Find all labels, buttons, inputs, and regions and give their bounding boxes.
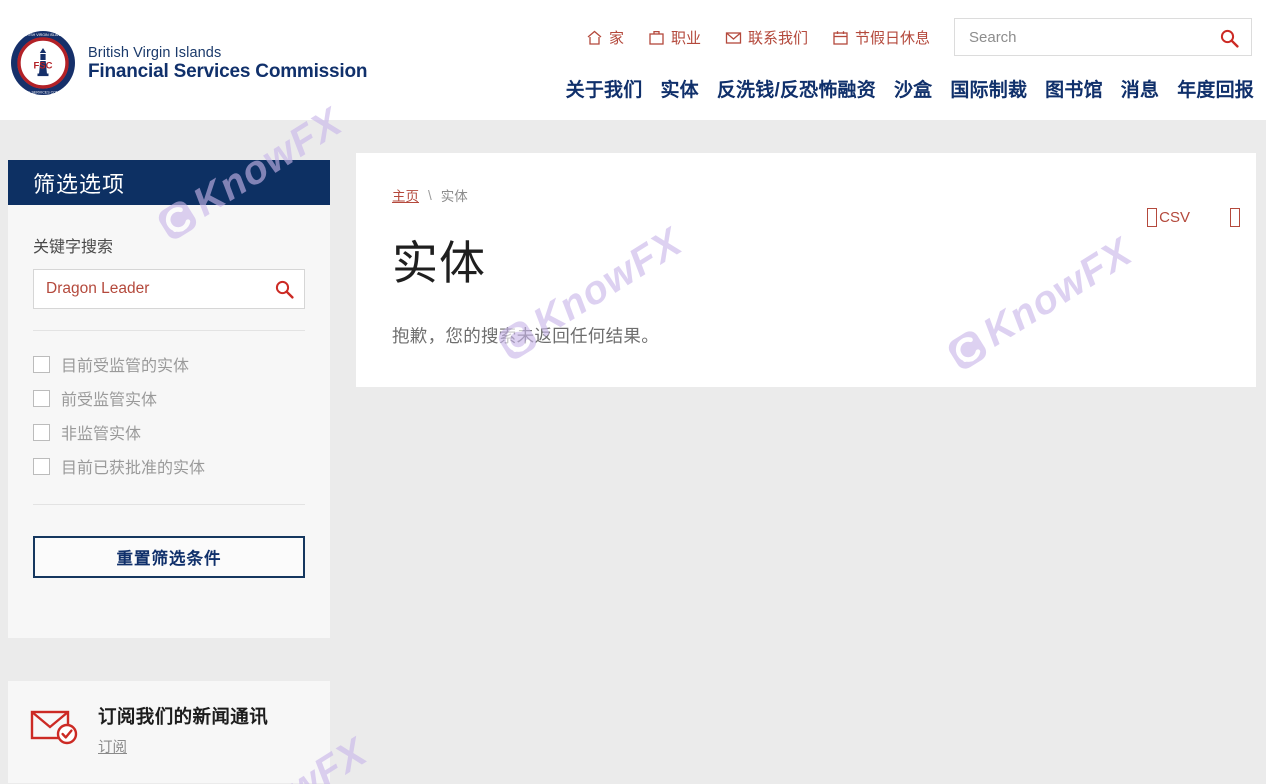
main-nav: 关于我们 实体 反洗钱/反恐怖融资 沙盒 国际制裁 图书馆 消息 年度回报: [566, 75, 1254, 102]
no-results-message: 抱歉，您的搜索未返回任何结果。: [392, 326, 659, 346]
filter-checkbox-label: 前受监管实体: [61, 392, 158, 409]
reset-filters-button[interactable]: 重置筛选条件: [33, 536, 305, 578]
filter-checkbox-label: 非监管实体: [61, 426, 142, 443]
newsletter-text: 订阅我们的新闻通讯 订阅: [98, 703, 268, 757]
nav-item-about[interactable]: 关于我们: [566, 75, 643, 102]
svg-text:BRITISH VIRGIN ISLANDS: BRITISH VIRGIN ISLANDS: [21, 33, 66, 37]
breadcrumb-current: 实体: [440, 189, 468, 204]
page-body: 筛选选项 关键字搜索 Dragon Leader 目前受监管的实体 前受监管实体…: [0, 120, 1266, 784]
svg-text:FINANCIAL SERVICES COMMISSION: FINANCIAL SERVICES COMMISSION: [12, 90, 75, 94]
newsletter-card: 订阅我们的新闻通讯 订阅: [8, 681, 330, 783]
filter-checkbox-currently-regulated[interactable]: 目前受监管的实体: [33, 347, 305, 381]
checkbox-box[interactable]: [33, 457, 50, 475]
export-print-button[interactable]: [1230, 208, 1242, 227]
brand-line-1: British Virgin Islands: [88, 44, 222, 61]
filter-panel-title: 筛选选项: [8, 160, 330, 205]
util-nav-careers[interactable]: 职业: [648, 27, 701, 48]
nav-item-sandbox[interactable]: 沙盒: [894, 75, 932, 102]
page-root: FSC BRITISH VIRGIN ISLANDS FINANCIAL SER…: [0, 0, 1266, 784]
nav-item-aml-cft[interactable]: 反洗钱/反恐怖融资: [717, 75, 876, 102]
briefcase-icon: [648, 29, 665, 46]
envelope-icon: [725, 29, 742, 46]
search-icon[interactable]: [1219, 28, 1239, 53]
filter-checkbox-non-regulated[interactable]: 非监管实体: [33, 415, 305, 449]
site-logo[interactable]: FSC BRITISH VIRGIN ISLANDS FINANCIAL SER…: [10, 30, 368, 96]
utility-nav: 家 职业 联系我们 节假日休息 Search: [586, 18, 1252, 56]
util-nav-holidays[interactable]: 节假日休息: [832, 27, 930, 48]
site-header: FSC BRITISH VIRGIN ISLANDS FINANCIAL SER…: [0, 0, 1266, 120]
util-nav-careers-label: 职业: [670, 29, 701, 47]
content-card: 主页 \ 实体 实体 抱歉，您的搜索未返回任何结果。 CSV: [356, 153, 1256, 387]
breadcrumb-home-link[interactable]: 主页: [392, 185, 419, 205]
filter-panel-body: 关键字搜索 目前: [8, 205, 330, 638]
brand-line-2: Financial Services Commission: [88, 60, 368, 82]
breadcrumb-separator: \: [428, 187, 432, 203]
nav-item-sanctions[interactable]: 国际制裁: [950, 75, 1027, 102]
util-nav-home[interactable]: 家: [586, 27, 624, 48]
export-csv-label: CSV: [1159, 209, 1190, 226]
filter-sidebar: 筛选选项 关键字搜索 Dragon Leader 目前受监管的实体 前受监管实体…: [8, 160, 330, 783]
filter-checkbox-formerly-regulated[interactable]: 前受监管实体: [33, 381, 305, 415]
keyword-search-field[interactable]: [33, 269, 305, 309]
util-nav-home-label: 家: [608, 29, 624, 47]
checkbox-box[interactable]: [33, 423, 50, 441]
page-title: 实体: [392, 237, 486, 289]
export-csv-button[interactable]: CSV: [1147, 208, 1190, 227]
header-search[interactable]: [954, 18, 1252, 56]
export-actions: CSV: [1147, 208, 1242, 227]
missing-glyph-box-icon: [1230, 208, 1240, 227]
filter-panel: 筛选选项 关键字搜索 Dragon Leader 目前受监管的实体 前受监管实体…: [8, 160, 330, 638]
svg-text:FSC: FSC: [34, 61, 53, 72]
nav-item-annual-returns[interactable]: 年度回报: [1177, 75, 1254, 102]
search-icon[interactable]: [274, 279, 294, 304]
envelope-check-icon: [30, 707, 82, 747]
bvi-fsc-seal-icon: FSC BRITISH VIRGIN ISLANDS FINANCIAL SER…: [10, 30, 76, 96]
filter-checkbox-label: 目前已获批准的实体: [61, 460, 206, 477]
filter-checkbox-group: 目前受监管的实体 前受监管实体 非监管实体 目前已获批准的实体: [33, 331, 305, 483]
newsletter-title: 订阅我们的新闻通讯: [98, 706, 269, 727]
breadcrumb: 主页 \ 实体: [392, 185, 1226, 205]
newsletter-subscribe-link[interactable]: 订阅: [98, 736, 127, 757]
util-nav-holidays-label: 节假日休息: [854, 29, 930, 47]
missing-glyph-box-icon: [1147, 208, 1158, 227]
util-nav-contact[interactable]: 联系我们: [725, 27, 808, 48]
calendar-icon: [832, 29, 849, 46]
home-icon: [586, 29, 603, 46]
filter-checkbox-label: 目前受监管的实体: [61, 358, 190, 375]
header-search-input[interactable]: [955, 19, 1251, 55]
reset-filters-wrap: 重置筛选条件: [33, 505, 305, 638]
nav-item-news[interactable]: 消息: [1121, 75, 1159, 102]
nav-item-entities[interactable]: 实体: [660, 75, 698, 102]
keyword-search-input[interactable]: [34, 270, 304, 308]
checkbox-box[interactable]: [33, 389, 50, 407]
checkbox-box[interactable]: [33, 355, 50, 373]
util-nav-contact-label: 联系我们: [747, 29, 808, 47]
nav-item-library[interactable]: 图书馆: [1045, 75, 1103, 102]
brand-text: British Virgin Islands Financial Service…: [88, 44, 368, 82]
filter-checkbox-currently-approved[interactable]: 目前已获批准的实体: [33, 449, 305, 483]
keyword-search-label: 关键字搜索: [33, 239, 114, 256]
